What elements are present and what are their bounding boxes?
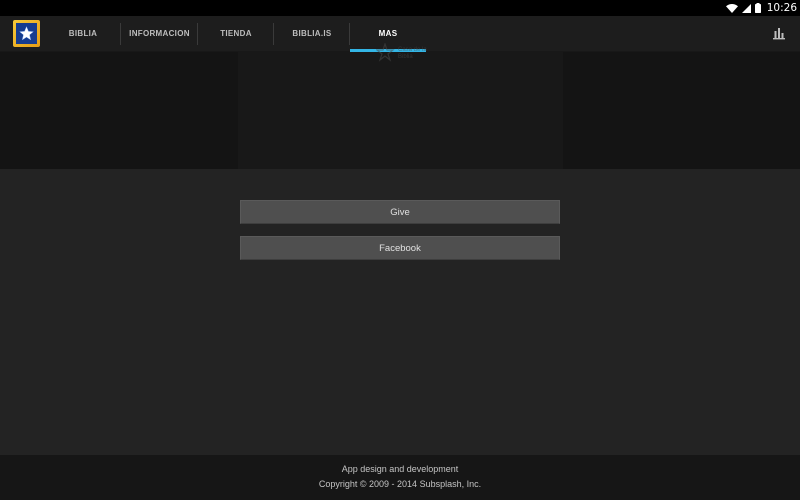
tab-tienda[interactable]: TIENDA <box>198 16 274 51</box>
give-button[interactable]: Give <box>240 200 560 224</box>
star-icon <box>19 26 34 41</box>
star-logo-icon <box>376 43 395 62</box>
tab-biblia-is[interactable]: BIBLIA.IS <box>274 16 350 51</box>
tab-biblia[interactable]: BIBLIA <box>45 16 121 51</box>
tab-label: BIBLIA <box>68 29 98 38</box>
battery-icon <box>754 3 761 13</box>
wifi-icon <box>725 3 738 13</box>
tab-informacion[interactable]: INFORMACION <box>121 16 198 51</box>
banner-image <box>238 52 563 169</box>
banner-logo: Casa de la Biblia <box>376 43 428 65</box>
signal-icon <box>741 3 751 13</box>
tab-label: BIBLIA.IS <box>292 29 332 38</box>
tab-label: TIENDA <box>220 29 252 38</box>
tab-label: INFORMACION <box>129 29 190 38</box>
banner-logo-text: Casa de la Biblia <box>398 47 427 60</box>
footer-copyright: Copyright © 2009 - 2014 Subsplash, Inc. <box>318 479 482 489</box>
footer: App design and development Copyright © 2… <box>0 455 800 500</box>
status-time: 10:26 <box>766 2 797 14</box>
app-logo[interactable] <box>13 20 40 47</box>
bar-chart-icon <box>773 28 785 40</box>
footer-credit[interactable]: App design and development <box>0 464 800 474</box>
app-screen: 10:26 BIBLIA INFORMACION TIENDA BIBLIA.I… <box>0 0 800 500</box>
stats-button[interactable] <box>772 26 786 40</box>
tab-label: MAS <box>378 29 398 38</box>
facebook-button[interactable]: Facebook <box>240 236 560 260</box>
header-banner <box>0 52 800 169</box>
status-bar: 10:26 <box>0 0 800 16</box>
tab-bar: BIBLIA INFORMACION TIENDA BIBLIA.IS MAS <box>45 16 426 52</box>
